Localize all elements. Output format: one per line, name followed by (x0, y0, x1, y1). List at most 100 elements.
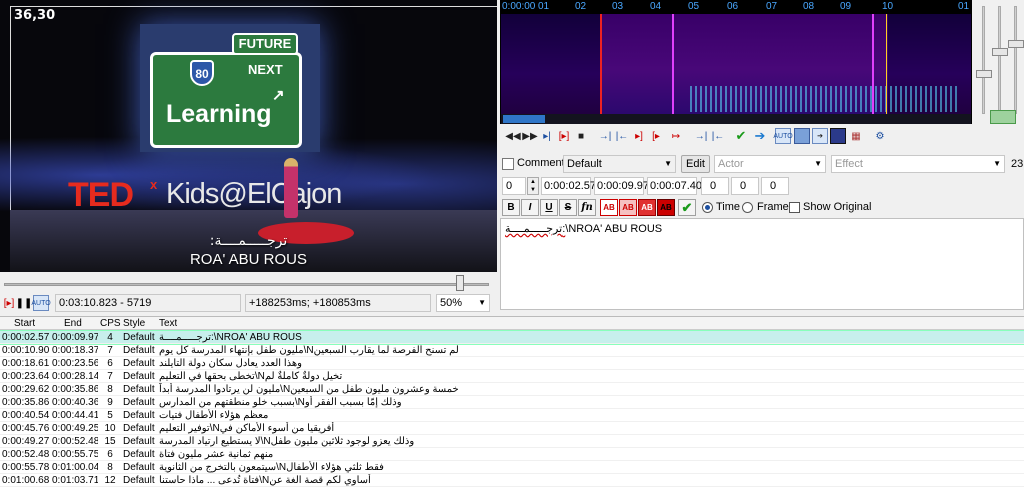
header-text[interactable]: Text (159, 317, 177, 330)
shadow-color-button[interactable]: AB (657, 199, 675, 216)
table-row[interactable]: 0:01:00.68 0:01:03.71 12 Default فتاة تُدعى … (0, 474, 1024, 487)
cell-cps: 6 (107, 449, 113, 460)
table-row[interactable]: 0:00:23.64 0:00:28.14 7 Default تخطى بحقها ف… (0, 370, 1024, 383)
commit-icon[interactable]: ✔ (733, 128, 749, 144)
karaoke-icon[interactable] (830, 128, 846, 144)
waveform-scrollbar[interactable] (501, 114, 971, 124)
prev-icon[interactable]: ◀◀ (505, 128, 521, 144)
header-cps[interactable]: CPS (100, 317, 121, 330)
lead-in-icon[interactable]: →| (693, 128, 709, 144)
duration-input[interactable]: 0:00:07.40 (647, 177, 702, 195)
horizontal-zoom-thumb[interactable] (1008, 40, 1024, 48)
effect-input[interactable]: Effect ▼ (831, 155, 1005, 173)
frame-radio[interactable] (742, 202, 753, 213)
waveform-scroll-thumb[interactable] (503, 115, 545, 123)
margin-left-input[interactable]: 0 (701, 177, 729, 195)
play-line-icon[interactable]: [▸] (556, 128, 572, 144)
video-display[interactable]: FUTURE NEXT 80 ↗ Learning TED x Kids@ElC… (0, 0, 497, 272)
header-start[interactable]: Start (14, 317, 35, 330)
line-start-marker[interactable] (600, 14, 602, 114)
lead-out-icon[interactable]: |← (710, 128, 726, 144)
ruler-tick-label: 03 (612, 1, 624, 12)
arrow-right-icon[interactable]: ➔ (752, 128, 768, 144)
play-line-icon[interactable]: [▸] (2, 296, 16, 310)
start-time-input[interactable]: 0:00:02.57 (541, 177, 596, 195)
actor-input[interactable]: Actor ▼ (714, 155, 826, 173)
auto-scroll-icon[interactable]: AUTO (31, 295, 51, 311)
tedx-event-name: Kids@ElCajon (166, 178, 342, 210)
outline-color-button[interactable]: AB (638, 199, 656, 216)
volume-slider[interactable] (998, 6, 1001, 114)
spectrum-toggle-icon[interactable] (794, 128, 810, 144)
table-row[interactable]: 0:00:49.27 0:00:52.48 15 Default لا يستطيع ا… (0, 435, 1024, 448)
layer-input[interactable]: 0 (502, 177, 526, 195)
play-start-icon[interactable]: ▸] (631, 128, 647, 144)
bold-button[interactable]: B (502, 199, 520, 216)
show-original-label: Show Original (803, 201, 872, 213)
play-to-end-icon[interactable]: ↦ (668, 128, 684, 144)
route-shield: 80 (190, 60, 214, 86)
auto-commit-icon[interactable]: AUTO (773, 128, 793, 144)
line-end-marker[interactable] (886, 14, 887, 114)
comment-checkbox[interactable] (502, 158, 514, 170)
secondary-color-button[interactable]: AB (619, 199, 637, 216)
horizontal-zoom-slider[interactable] (1014, 6, 1017, 114)
edit-style-button[interactable]: Edit (681, 155, 710, 173)
table-row[interactable]: 0:00:40.54 0:00:44.41 5 Default معظم هؤلاء ا… (0, 409, 1024, 422)
cell-cps: 8 (107, 384, 113, 395)
style-select[interactable]: Default ▼ (563, 155, 676, 173)
margin-right-input[interactable]: 0 (731, 177, 759, 195)
seek-track[interactable] (4, 283, 489, 286)
play-after-icon[interactable]: |← (614, 128, 630, 144)
table-row[interactable]: 0:00:45.76 0:00:49.25 10 Default توفير التعل… (0, 422, 1024, 435)
play-before-icon[interactable]: →| (597, 128, 613, 144)
vertical-zoom-thumb[interactable] (976, 70, 992, 78)
audio-settings-icon[interactable]: ⚙ (872, 128, 888, 144)
table-row[interactable]: 0:00:52.48 0:00:55.75 6 Default منهم ثمانية … (0, 448, 1024, 461)
next-icon[interactable]: ▶▶ (522, 128, 538, 144)
primary-color-button[interactable]: AB (600, 199, 618, 216)
cell-text: توفير التعليم\Nأفريقيا من أسوء الأماكن ف… (159, 423, 335, 434)
speaker-figure (284, 158, 298, 218)
header-end[interactable]: End (64, 317, 82, 330)
split-icon[interactable]: ▦ (848, 128, 864, 144)
video-offset: +188253ms; +180853ms (245, 294, 431, 312)
table-row[interactable]: 0:00:10.90 0:00:18.37 7 Default مليون طفل بإ… (0, 344, 1024, 357)
vertical-zoom-slider[interactable] (982, 6, 985, 114)
margin-vertical-input[interactable]: 0 (761, 177, 789, 195)
cell-text: ترجـــــمــــة:\NROA' ABU ROUS (159, 332, 302, 343)
seek-thumb[interactable] (456, 275, 464, 291)
table-row[interactable]: 0:00:29.62 0:00:35.86 8 Default مليون لن يرت… (0, 383, 1024, 396)
slider-link-button[interactable] (990, 110, 1016, 124)
commit-icon[interactable]: ✔ (678, 199, 696, 216)
font-button[interactable]: fn (578, 199, 596, 216)
sign-learning-text: Learning (166, 100, 272, 128)
stop-icon[interactable]: ■ (573, 128, 589, 144)
cell-style: Default (123, 449, 155, 460)
play-end-icon[interactable]: [▸ (648, 128, 664, 144)
table-row[interactable]: 0:00:55.78 0:01:00.04 8 Default سيتمعون بالت… (0, 461, 1024, 474)
header-style[interactable]: Style (123, 317, 145, 330)
cell-end: 0:01:00.04 (52, 462, 98, 473)
underline-button[interactable]: U (540, 199, 558, 216)
video-seek-bar[interactable] (0, 272, 497, 293)
italic-button[interactable]: I (521, 199, 539, 216)
play-selection-icon[interactable]: ▸| (539, 128, 555, 144)
show-original-checkbox[interactable] (789, 202, 800, 213)
pause-icon[interactable]: ❚❚ (16, 296, 33, 310)
subtitle-line-2: ROA' ABU ROUS (189, 251, 308, 268)
volume-thumb[interactable] (992, 48, 1008, 56)
time-radio[interactable] (702, 202, 713, 213)
table-row[interactable]: 0:00:18.61 0:00:23.56 6 Default وهذا العدد ي… (0, 357, 1024, 370)
table-row[interactable]: 0:00:35.86 0:00:40.36 9 Default بسبب خلو منط… (0, 396, 1024, 409)
subtitles-grid[interactable]: Start End CPS Style Text 0:00:02.57 0:00:… (0, 316, 1024, 489)
table-row[interactable]: 0:00:02.57 0:00:09.97 4 Default ترجـــــمـــ… (0, 330, 1024, 345)
video-position[interactable]: 0:03:10.823 - 5719 (55, 294, 241, 312)
end-time-input[interactable]: 0:00:09.97 (594, 177, 649, 195)
subtitle-text-editor[interactable]: ترجـــــمــــة:\NROA' ABU ROUS (500, 218, 1024, 310)
layer-spinner[interactable]: ▲ ▼ (527, 177, 539, 195)
cell-style: Default (123, 332, 155, 343)
zoom-select[interactable]: 50% ▼ (436, 294, 490, 312)
strikeout-button[interactable]: S (559, 199, 577, 216)
auto-scroll-wave-icon[interactable]: ➔ (812, 128, 828, 144)
